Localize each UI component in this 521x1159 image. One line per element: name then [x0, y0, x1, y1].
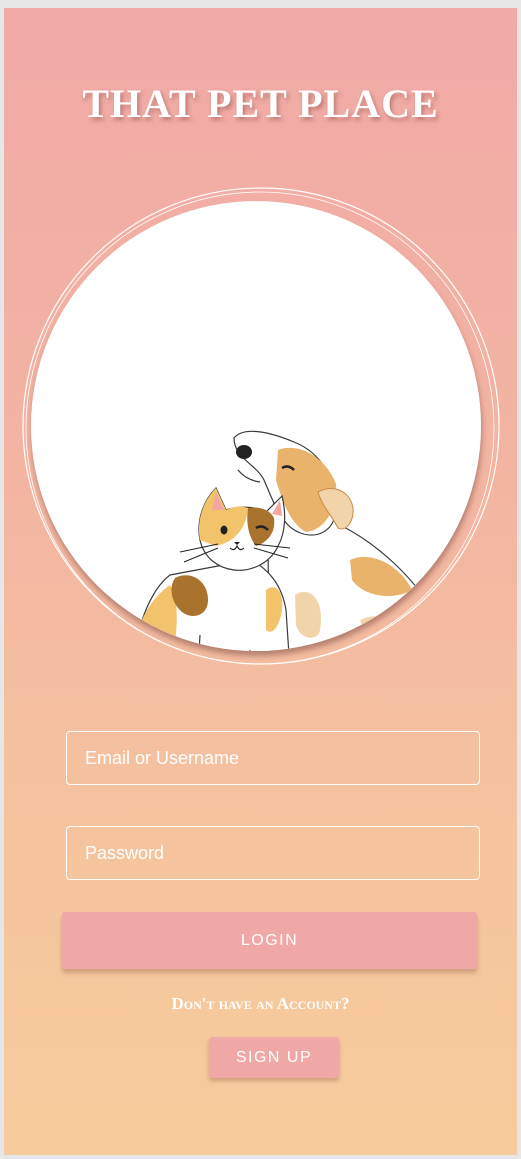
signup-prompt: Don't have an Account?: [171, 994, 350, 1013]
sign-up-button[interactable]: SIGN UP: [209, 1037, 339, 1078]
hero-illustration: [22, 187, 500, 665]
email-field[interactable]: [66, 731, 480, 785]
app-title: THAT PET PLACE: [82, 81, 439, 126]
login-button[interactable]: LOGIN: [62, 912, 477, 969]
login-screen: THAT PET PLACE Email or Username LOGIN D…: [4, 8, 517, 1155]
password-field[interactable]: [66, 826, 480, 880]
